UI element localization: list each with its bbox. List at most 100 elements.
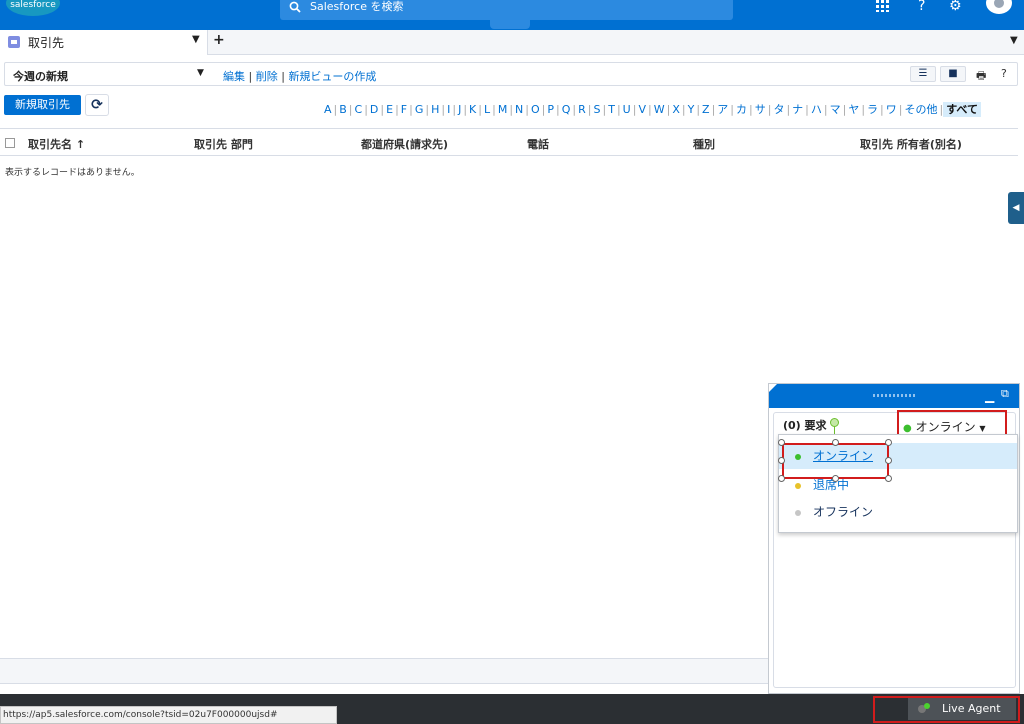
select-all-checkbox[interactable]: [5, 138, 15, 148]
highlight-online-option-box: [782, 443, 889, 479]
alphabet-filter-item[interactable]: K: [467, 103, 478, 116]
alphabet-filter-item[interactable]: V: [636, 103, 648, 116]
alphabet-filter-item[interactable]: Z: [700, 103, 712, 116]
highlight-live-agent-box: [873, 696, 1020, 723]
link-separator: |: [281, 70, 285, 83]
alphabet-filter-item[interactable]: E: [384, 103, 395, 116]
list-view-bar: 今週の新規 ▼ 編集 | 削除 | 新規ビューの作成 ☰ ■ 🖶 ?: [4, 62, 1018, 86]
alphabet-filter: A | B | C | D | E | F | G | H | I | J | K | L | M | N | O | P | Q | R | S | T |…: [322, 101, 981, 117]
alphabet-filter-item[interactable]: G: [413, 103, 426, 116]
print-icon[interactable]: 🖶: [976, 67, 986, 86]
search-expand-tab[interactable]: [490, 20, 530, 29]
empty-message: 表示するレコードはありません。: [5, 168, 140, 178]
resize-handle: [778, 457, 785, 464]
avatar-icon[interactable]: [986, 0, 1012, 14]
tab-accounts[interactable]: 取引先 ▼: [0, 30, 208, 55]
alphabet-filter-item[interactable]: S: [592, 103, 603, 116]
app-launcher-icon[interactable]: [876, 0, 890, 14]
alphabet-filter-item[interactable]: P: [545, 103, 556, 116]
list-layout-icon[interactable]: ☰: [910, 66, 936, 82]
tab-label: 取引先: [28, 36, 65, 50]
status-option-offline[interactable]: オフライン: [779, 499, 1017, 525]
alphabet-filter-item[interactable]: タ: [771, 103, 786, 116]
resize-handle: [832, 439, 839, 446]
alphabet-filter-item[interactable]: ラ: [865, 103, 880, 116]
alphabet-filter-item[interactable]: Q: [560, 103, 573, 116]
console-tab-bar: 取引先 ▼ + ▼: [0, 30, 1024, 55]
edit-view-link[interactable]: 編集: [223, 70, 245, 83]
status-bar-url: https://ap5.salesforce.com/console?tsid=…: [0, 706, 337, 724]
alphabet-filter-item[interactable]: A: [322, 103, 334, 116]
column-owner-alias[interactable]: 取引先 所有者(別名): [860, 136, 962, 152]
sidebar-collapse-icon[interactable]: ◀: [1008, 192, 1024, 224]
alphabet-filter-item[interactable]: すべて: [943, 102, 981, 117]
feed-icon[interactable]: ■: [940, 66, 966, 82]
alphabet-filter-item[interactable]: Y: [686, 103, 697, 116]
alphabet-filter-item[interactable]: サ: [753, 103, 768, 116]
alphabet-filter-item[interactable]: M: [496, 103, 510, 116]
column-type[interactable]: 種別: [693, 136, 715, 152]
salesforce-logo[interactable]: salesforce: [6, 0, 60, 16]
help-icon[interactable]: ?: [1001, 67, 1007, 80]
resize-handle: [885, 457, 892, 464]
offline-dot-icon: [795, 509, 801, 516]
alphabet-filter-item[interactable]: ナ: [790, 103, 805, 116]
resize-handle: [832, 475, 839, 482]
create-view-link[interactable]: 新規ビューの作成: [288, 70, 376, 83]
alphabet-filter-item[interactable]: ワ: [884, 103, 899, 116]
alphabet-filter-item[interactable]: カ: [734, 103, 749, 116]
column-phone[interactable]: 電話: [527, 136, 549, 152]
alphabet-filter-item[interactable]: U: [621, 103, 633, 116]
drag-handle[interactable]: [873, 394, 917, 397]
away-dot-icon: [795, 482, 801, 489]
alphabet-filter-item[interactable]: C: [353, 103, 365, 116]
widget-header[interactable]: ▁ ⧉: [769, 384, 1019, 408]
table-header: 取引先名 ↑ 取引先 部門 都道府県(請求先) 電話 種別 取引先 所有者(別名…: [0, 128, 1018, 156]
delete-view-link[interactable]: 削除: [256, 70, 278, 83]
alphabet-filter-item[interactable]: ハ: [809, 103, 824, 116]
alphabet-filter-item[interactable]: F: [399, 103, 409, 116]
alphabet-filter-item[interactable]: マ: [828, 103, 843, 116]
minimize-icon[interactable]: ▁: [985, 389, 994, 403]
column-billing-state[interactable]: 都道府県(請求先): [361, 136, 448, 152]
alphabet-separator: |: [587, 103, 592, 116]
alphabet-filter-item[interactable]: T: [606, 103, 617, 116]
tab-overflow-chevron-icon[interactable]: ▼: [1010, 35, 1018, 46]
alphabet-filter-item[interactable]: L: [482, 103, 492, 116]
setup-gear-icon[interactable]: ⚙: [949, 0, 962, 13]
global-search-input[interactable]: Salesforce を検索: [280, 0, 733, 20]
search-placeholder: Salesforce を検索: [310, 0, 404, 13]
alphabet-filter-item[interactable]: ア: [715, 103, 730, 116]
alphabet-filter-item[interactable]: W: [652, 103, 667, 116]
new-account-button[interactable]: 新規取引先: [4, 95, 81, 115]
alphabet-filter-item[interactable]: R: [576, 103, 588, 116]
column-division[interactable]: 取引先 部門: [194, 136, 253, 152]
list-view-select[interactable]: 今週の新規: [13, 68, 68, 84]
resize-handle: [778, 439, 785, 446]
alphabet-separator: |: [348, 103, 353, 116]
chevron-down-icon[interactable]: ▼: [192, 34, 200, 45]
horizontal-scrollbar[interactable]: [0, 658, 768, 684]
help-icon[interactable]: ?: [918, 0, 925, 13]
resize-handle: [778, 475, 785, 482]
alphabet-filter-item[interactable]: その他: [902, 103, 939, 116]
global-header: salesforce Salesforce を検索 ? ⚙: [0, 0, 1024, 30]
account-icon: [8, 36, 20, 48]
alphabet-filter-item[interactable]: D: [368, 103, 380, 116]
requests-count: (0) 要求: [783, 419, 827, 432]
search-icon: [289, 1, 301, 17]
add-tab-icon[interactable]: +: [213, 32, 225, 48]
column-account-name[interactable]: 取引先名 ↑: [28, 136, 85, 152]
alphabet-filter-item[interactable]: B: [337, 103, 349, 116]
refresh-icon[interactable]: ⟳: [85, 94, 109, 116]
corner-icon: [769, 384, 777, 392]
alphabet-filter-item[interactable]: O: [529, 103, 542, 116]
popout-icon[interactable]: ⧉: [1001, 387, 1009, 401]
alphabet-filter-item[interactable]: X: [670, 103, 682, 116]
view-links: 編集 | 削除 | 新規ビューの作成: [223, 68, 376, 84]
chevron-down-icon[interactable]: ▼: [197, 68, 204, 78]
status-option-label: 退席中: [813, 478, 850, 492]
alphabet-filter-item[interactable]: H: [429, 103, 441, 116]
alphabet-filter-item[interactable]: ヤ: [846, 103, 861, 116]
alphabet-filter-item[interactable]: N: [513, 103, 525, 116]
